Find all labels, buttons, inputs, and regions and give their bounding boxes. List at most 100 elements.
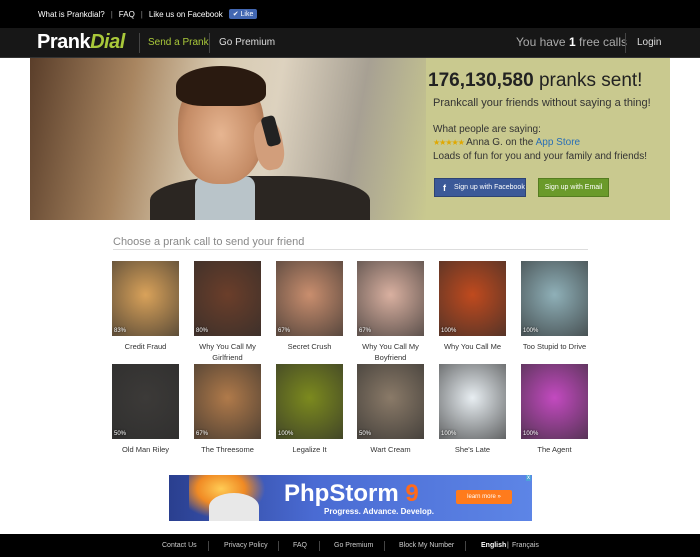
prank-thumbnail[interactable]: 100% [521,261,588,336]
prankdial-logo[interactable]: PrankDial [37,31,125,54]
prank-label[interactable]: Why You Call My Boyfriend [357,341,424,363]
rocket-graphic [209,493,259,521]
footer-divider [384,541,385,551]
nav-divider [139,33,140,53]
prank-thumbnail[interactable]: 67% [276,261,343,336]
footer-divider [208,541,209,551]
prank-tile[interactable]: 67% Secret Crush [276,261,343,352]
prank-tile[interactable]: 100% Too Stupid to Drive [521,261,588,352]
signup-facebook-label: Sign up with Facebook [454,184,525,191]
prank-rating: 100% [523,328,539,334]
nav-go-premium[interactable]: Go Premium [219,37,275,48]
footer: Contact Us Privacy Policy FAQ Go Premium… [0,534,700,557]
prank-tile[interactable]: 100% She's Late [439,364,506,455]
prank-label[interactable]: Legalize It [276,444,343,455]
prank-label[interactable]: She's Late [439,444,506,455]
logo-prank-text: Prank [37,31,91,53]
reviewer-name: Anna G. on the [466,137,534,148]
footer-contact-link[interactable]: Contact Us [162,542,197,549]
ad-version: 9 [405,480,419,507]
footer-faq-link[interactable]: FAQ [293,542,307,549]
footer-premium-link[interactable]: Go Premium [334,542,373,549]
count-suffix: pranks sent! [538,70,643,91]
prank-tile[interactable]: 100% Why You Call Me [439,261,506,352]
free-prefix: You have [516,35,566,49]
prank-thumbnail[interactable]: 100% [439,261,506,336]
prank-label[interactable]: Secret Crush [276,341,343,352]
footer-francais-link[interactable]: Français [512,542,539,549]
section-divider [113,249,588,250]
prank-thumbnail[interactable]: 67% [194,364,261,439]
prank-tile[interactable]: 100% The Agent [521,364,588,455]
prank-thumbnail[interactable]: 80% [194,261,261,336]
prank-label[interactable]: Why You Call Me [439,341,506,352]
prank-rating: 83% [114,328,127,334]
man-hair [176,66,266,106]
free-suffix: free calls [578,35,628,49]
prank-rating: 67% [196,431,209,437]
footer-privacy-link[interactable]: Privacy Policy [224,542,268,549]
free-count: 1 [568,35,576,49]
prank-rating: 50% [114,431,127,437]
prank-label[interactable]: Old Man Riley [112,444,179,455]
footer-block-number-link[interactable]: Block My Number [399,542,454,549]
prank-rating: 67% [278,328,291,334]
login-link[interactable]: Login [637,37,661,48]
what-is-link[interactable]: What is Prankdial? [38,10,105,19]
divider: | [110,9,113,19]
prank-tile[interactable]: 50% Old Man Riley [112,364,179,455]
prank-label[interactable]: Too Stupid to Drive [521,341,588,352]
count-value: 176,130,580 [428,70,534,91]
signup-email-button[interactable]: Sign up with Email [538,178,609,197]
facebook-like-button[interactable]: ✔ Like [228,9,258,19]
prank-thumbnail[interactable]: 50% [357,364,424,439]
nav-divider [625,33,626,53]
phpstorm-ad-banner[interactable]: PhpStorm 9 Progress. Advance. Develop. l… [169,475,532,521]
app-store-link[interactable]: App Store [536,137,580,148]
testimonial-quote: Loads of fun for you and your family and… [433,151,648,162]
facebook-icon: f [443,182,446,193]
prank-label[interactable]: The Agent [521,444,588,455]
footer-divider [465,541,466,551]
star-rating-icon: ★★★★★ [433,138,465,147]
prank-tile[interactable]: 50% Wart Cream [357,364,424,455]
testimonial-heading: What people are saying: [433,124,541,135]
ad-title: PhpStorm 9 [284,480,419,508]
prank-thumbnail[interactable]: 100% [276,364,343,439]
footer-english-link[interactable]: English [481,542,506,549]
prank-thumbnail[interactable]: 100% [439,364,506,439]
divider: | [140,9,143,19]
prank-thumbnail[interactable]: 100% [521,364,588,439]
ad-tagline: Progress. Advance. Develop. [324,507,434,516]
hero-man-on-phone-image [30,58,426,220]
top-bar: What is Prankdial? | FAQ | Like us on Fa… [0,0,700,28]
prank-thumbnail[interactable]: 50% [112,364,179,439]
free-calls-counter: You have 1 free calls [516,35,627,49]
man-jacket [150,176,370,220]
like-facebook-text: Like us on Facebook [148,9,223,19]
faq-link[interactable]: FAQ [119,10,135,19]
prank-thumbnail[interactable]: 83% [112,261,179,336]
prank-tile[interactable]: 100% Legalize It [276,364,343,455]
hero-subtitle: Prankcall your friends without saying a … [433,97,651,109]
prank-tile[interactable]: 83% Credit Fraud [112,261,179,352]
prank-rating: 50% [359,431,372,437]
signup-facebook-button[interactable]: f Sign up with Facebook [434,178,526,197]
prank-label[interactable]: Wart Cream [357,444,424,455]
prank-tile[interactable]: 80% Why You Call My Girlfriend [194,261,261,363]
prank-tile[interactable]: 67% The Threesome [194,364,261,455]
footer-lang-divider: | [507,542,509,549]
prank-rating: 100% [441,431,457,437]
ad-close-icon[interactable]: x [526,475,531,481]
nav-send-prank[interactable]: Send a Prank [148,37,209,48]
prank-label[interactable]: Credit Fraud [112,341,179,352]
prank-rating: 100% [523,431,539,437]
prank-label[interactable]: The Threesome [194,444,261,455]
ad-learn-more-button[interactable]: learn more » [456,490,512,504]
prank-label[interactable]: Why You Call My Girlfriend [194,341,261,363]
main-navbar: PrankDial Send a Prank Go Premium You ha… [0,28,700,58]
prank-tile[interactable]: 67% Why You Call My Boyfriend [357,261,424,363]
testimonial-review: ★★★★★ Anna G. on the App Store [433,137,580,148]
prank-thumbnail[interactable]: 67% [357,261,424,336]
pranks-sent-count: 176,130,580 pranks sent! [428,70,642,92]
